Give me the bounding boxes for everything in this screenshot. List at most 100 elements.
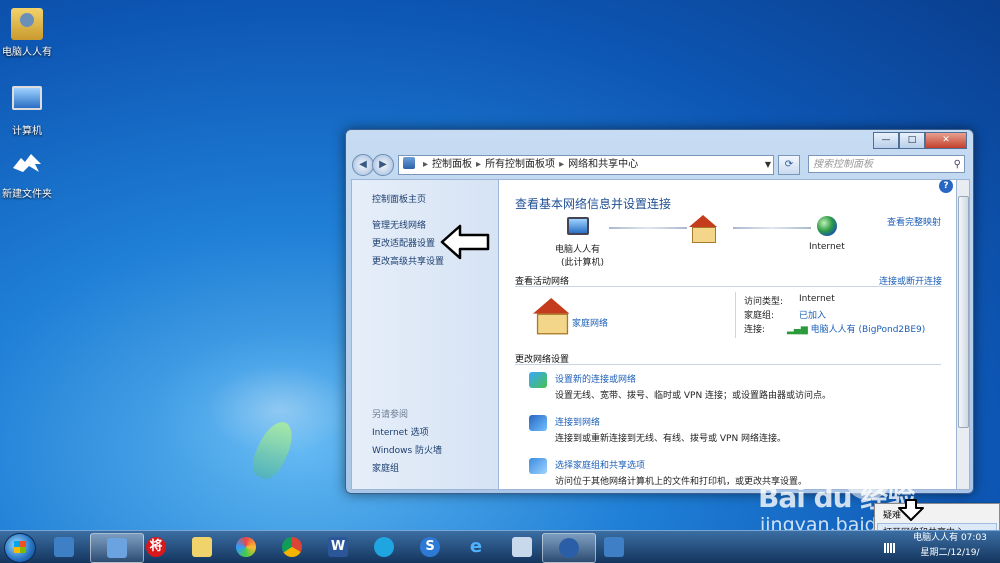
home-network-icon [533, 298, 570, 335]
close-button[interactable]: ✕ [925, 132, 967, 149]
taskbar-app-monitor[interactable] [588, 533, 640, 561]
divider [515, 364, 941, 365]
link-control-panel-home[interactable]: 控制面板主页 [372, 192, 426, 205]
link-homegroup-joined[interactable]: 已加入 [799, 308, 826, 321]
desktop-icon-computer[interactable]: 计算机 [0, 80, 62, 137]
start-button[interactable] [4, 533, 36, 563]
file-icon [512, 537, 532, 557]
divider [515, 286, 941, 287]
computer-icon [12, 86, 42, 110]
back-button[interactable]: ◀ [352, 154, 374, 176]
desktop-icon-label: 新建文件夹 [2, 189, 52, 200]
clock-date: 星期二/12/19/ [920, 548, 980, 558]
desktop-icon-new-folder[interactable]: 新建文件夹 [0, 150, 62, 200]
connect-network-desc: 连接到或重新连接到无线、有线、拨号或 VPN 网络连接。 [555, 434, 787, 444]
see-also-header: 另请参阅 [372, 410, 409, 420]
system-clock[interactable]: 电脑人人有 07:03 星期二/12/19/ [908, 531, 992, 561]
taskbar: 将 W S e [0, 530, 1000, 563]
link-homegroup[interactable]: 家庭组 [372, 461, 399, 474]
network-sharing-center-window: — □ ✕ ◀ ▶ ▸ 控制面板 ▸ 所有控制面板项 ▸ 网络和共享中心 ▼ ⟳ 搜索控制… [345, 129, 974, 494]
taskbar-app-edge[interactable] [358, 533, 410, 561]
navigation-bar: ◀ ▶ ▸ 控制面板 ▸ 所有控制面板项 ▸ 网络和共享中心 ▼ ⟳ 搜索控制面板 ⚲ [352, 154, 967, 176]
search-input[interactable]: 搜索控制面板 ⚲ [808, 155, 965, 173]
window-controls: — □ ✕ [873, 132, 967, 149]
setup-connection-desc: 设置无线、宽带、拨号、临时或 VPN 连接；或设置路由器或访问点。 [555, 391, 832, 401]
homegroup-sharing-icon [529, 458, 547, 474]
windows-logo-icon [14, 541, 26, 553]
link-advanced-sharing[interactable]: 更改高级共享设置 [372, 254, 444, 267]
pointer-arrow-icon [440, 224, 490, 260]
control-panel-icon [107, 538, 127, 558]
breadcrumb-all-items[interactable]: 所有控制面板项 [485, 159, 555, 170]
chess-icon: 将 [146, 537, 166, 557]
map-pc-sub: (此计算机) [561, 258, 605, 268]
link-setup-connection[interactable]: 设置新的连接或网络 [555, 372, 636, 385]
main-content: ? 查看基本网络信息并设置连接 查看完整映射 电脑人人有 (此计算机) Inte… [498, 179, 958, 490]
forward-button[interactable]: ▶ [372, 154, 394, 176]
map-connection-line [609, 227, 687, 229]
maximize-button[interactable]: □ [899, 132, 925, 149]
refresh-button[interactable]: ⟳ [778, 155, 800, 175]
paint-icon [236, 537, 256, 557]
desktop-icon-label: 电脑人人有 [2, 47, 52, 58]
wifi-signal-icon: ▂▄▆ [787, 325, 808, 335]
taskbar-app-word[interactable]: W [312, 533, 364, 561]
connect-network-icon [529, 415, 547, 431]
taskbar-app-file[interactable] [496, 533, 548, 561]
ie-icon: e [469, 536, 483, 557]
taskbar-app-chrome[interactable] [266, 533, 318, 561]
computer-icon [54, 537, 74, 557]
page-title: 查看基本网络信息并设置连接 [515, 197, 672, 211]
user-folder-icon [11, 8, 43, 40]
divider-vertical [735, 292, 736, 338]
sogou-icon: S [420, 537, 440, 557]
taskbar-app-chess[interactable]: 将 [130, 533, 182, 561]
breadcrumb-control-panel[interactable]: 控制面板 [432, 159, 472, 170]
breadcrumb-network-center[interactable]: 网络和共享中心 [568, 159, 638, 170]
network-tray-icon[interactable] [884, 543, 896, 553]
search-icon[interactable]: ⚲ [954, 156, 961, 174]
chrome-icon [282, 537, 302, 557]
access-type-label: 访问类型: [744, 297, 784, 307]
link-home-network[interactable]: 家庭网络 [572, 316, 608, 329]
address-dropdown-icon[interactable]: ▼ [765, 156, 771, 174]
link-change-adapter[interactable]: 更改适配器设置 [372, 236, 435, 249]
link-view-full-map[interactable]: 查看完整映射 [887, 215, 941, 228]
link-windows-firewall[interactable]: Windows 防火墙 [372, 443, 442, 456]
map-internet-label: Internet [809, 242, 845, 252]
access-type-value: Internet [799, 294, 835, 304]
connection-label: 连接: [744, 325, 766, 335]
taskbar-app-computer[interactable] [38, 533, 90, 561]
help-icon[interactable]: ? [939, 180, 953, 193]
folder-icon [11, 150, 43, 182]
scrollbar-thumb[interactable] [958, 196, 969, 428]
link-internet-options[interactable]: Internet 选项 [372, 425, 429, 438]
new-connection-icon [529, 372, 547, 388]
vertical-scrollbar[interactable] [956, 179, 970, 490]
minimize-button[interactable]: — [873, 132, 899, 149]
edge-icon [374, 537, 394, 557]
map-pc-name: 电脑人人有 [555, 245, 601, 255]
desktop-icon-user[interactable]: 电脑人人有 [0, 8, 62, 58]
taskbar-app-sogou[interactable]: S [404, 533, 456, 561]
taskbar-app-paint[interactable] [220, 533, 272, 561]
home-network-icon [689, 215, 717, 243]
folder-icon [192, 537, 212, 557]
clock-time: 电脑人人有 07:03 [913, 533, 987, 543]
pointer-arrow-icon [898, 499, 924, 521]
taskbar-app-ie[interactable]: e [450, 533, 502, 561]
link-connect-network[interactable]: 连接到网络 [555, 415, 600, 428]
media-icon [559, 538, 579, 558]
computer-icon [567, 217, 589, 235]
desktop-icon-label: 计算机 [12, 126, 42, 137]
internet-globe-icon [817, 216, 837, 236]
monitor-icon [604, 537, 624, 557]
word-icon: W [328, 537, 348, 557]
link-connection[interactable]: ▂▄▆ 电脑人人有 (BigPond2BE9) [787, 322, 925, 335]
homegroup-label: 家庭组: [744, 311, 775, 321]
map-connection-line [733, 227, 811, 229]
link-homegroup-sharing[interactable]: 选择家庭组和共享选项 [555, 458, 645, 471]
address-bar[interactable]: ▸ 控制面板 ▸ 所有控制面板项 ▸ 网络和共享中心 ▼ [398, 155, 774, 175]
link-manage-wireless[interactable]: 管理无线网络 [372, 218, 426, 231]
control-panel-icon [403, 157, 415, 169]
